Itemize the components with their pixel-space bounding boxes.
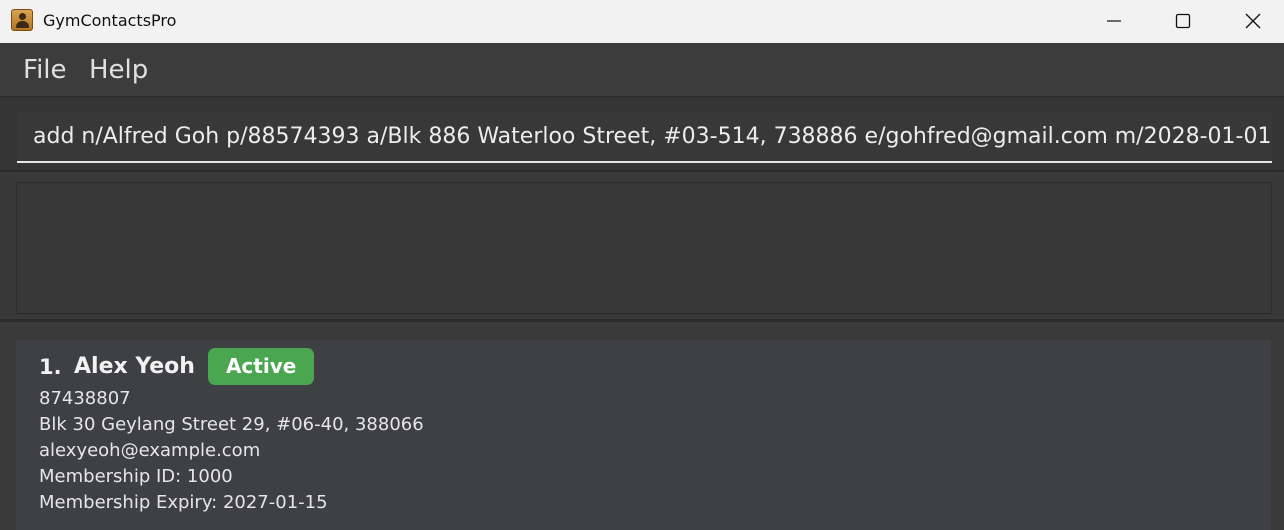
person-name: Alex Yeoh [74,354,195,379]
window-title: GymContactsPro [43,11,177,30]
person-index: 1. [39,354,62,379]
person-email: alexyeoh@example.com [39,440,261,461]
minimize-icon [1107,20,1121,22]
person-membership-id: Membership ID: 1000 [39,466,233,487]
menu-help[interactable]: Help [89,55,148,85]
person-list[interactable]: 1. Alex Yeoh Active 87438807 Blk 30 Geyl… [0,325,1284,530]
person-phone: 87438807 [39,388,131,409]
maximize-button[interactable] [1148,0,1218,43]
maximize-icon [1175,13,1191,29]
person-address: Blk 30 Geylang Street 29, #06-40, 388066 [39,414,424,435]
person-card-header: 1. Alex Yeoh Active [39,348,315,385]
title-bar: GymContactsPro [0,0,1284,43]
menu-bar: File Help [0,43,1284,96]
menu-file[interactable]: File [23,55,67,85]
person-card[interactable]: 1. Alex Yeoh Active 87438807 Blk 30 Geyl… [16,340,1271,530]
status-badge: Active [207,348,315,385]
close-button[interactable] [1218,0,1284,43]
minimize-button[interactable] [1079,0,1149,43]
command-box-panel [0,96,1284,172]
result-display[interactable] [16,182,1272,314]
result-display-panel [0,174,1284,322]
contacts-book-icon [11,9,33,31]
person-membership-expiry: Membership Expiry: 2027-01-15 [39,492,328,513]
close-icon [1245,13,1261,29]
command-input[interactable] [17,111,1272,163]
